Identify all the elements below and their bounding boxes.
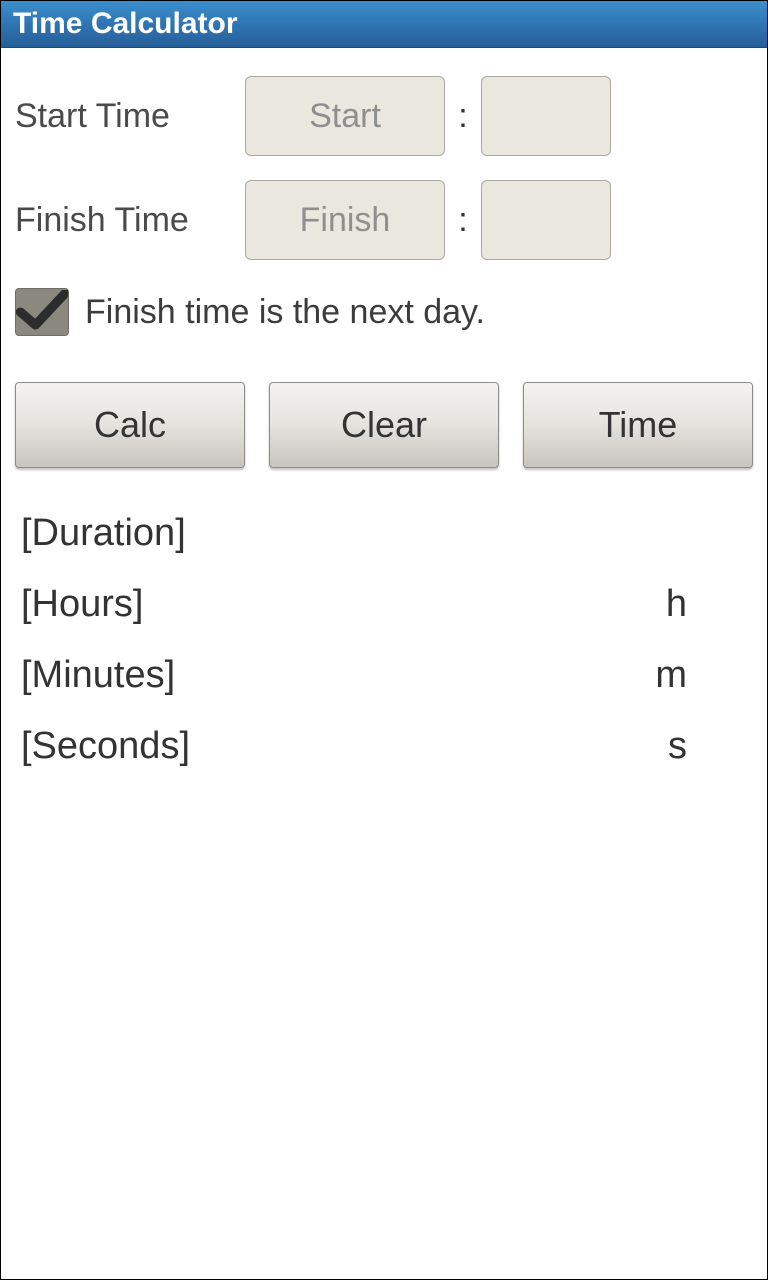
clear-button[interactable]: Clear bbox=[269, 382, 499, 468]
finish-minute-input[interactable] bbox=[481, 180, 611, 260]
hours-row: [Hours] h bbox=[21, 583, 747, 626]
results-section: [Duration] [Hours] h [Minutes] m [Second… bbox=[15, 512, 753, 768]
seconds-unit: s bbox=[668, 725, 747, 768]
next-day-checkbox[interactable] bbox=[15, 288, 69, 336]
minutes-unit: m bbox=[655, 654, 747, 697]
calc-button[interactable]: Calc bbox=[15, 382, 245, 468]
minutes-label: [Minutes] bbox=[21, 654, 175, 697]
start-colon: : bbox=[445, 97, 481, 136]
start-minute-input[interactable] bbox=[481, 76, 611, 156]
app-window: Time Calculator Start Time : Finish Time… bbox=[0, 0, 768, 1280]
finish-time-label: Finish Time bbox=[15, 201, 245, 240]
hours-unit: h bbox=[666, 583, 747, 626]
finish-hour-input[interactable] bbox=[245, 180, 445, 260]
seconds-row: [Seconds] s bbox=[21, 725, 747, 768]
time-button[interactable]: Time bbox=[523, 382, 753, 468]
action-button-row: Calc Clear Time bbox=[15, 382, 753, 468]
duration-label-row: [Duration] bbox=[21, 512, 747, 555]
start-time-label: Start Time bbox=[15, 97, 245, 136]
checkmark-icon bbox=[16, 290, 68, 334]
seconds-label: [Seconds] bbox=[21, 725, 190, 768]
next-day-label: Finish time is the next day. bbox=[85, 293, 485, 332]
content-area: Start Time : Finish Time : Finish time i… bbox=[1, 48, 767, 1279]
start-hour-input[interactable] bbox=[245, 76, 445, 156]
minutes-row: [Minutes] m bbox=[21, 654, 747, 697]
next-day-checkbox-row: Finish time is the next day. bbox=[15, 288, 753, 336]
hours-label: [Hours] bbox=[21, 583, 143, 626]
time-input-grid: Start Time : Finish Time : bbox=[15, 76, 753, 260]
duration-label: [Duration] bbox=[21, 512, 186, 555]
finish-colon: : bbox=[445, 201, 481, 240]
app-title: Time Calculator bbox=[13, 7, 238, 40]
title-bar: Time Calculator bbox=[1, 1, 767, 48]
